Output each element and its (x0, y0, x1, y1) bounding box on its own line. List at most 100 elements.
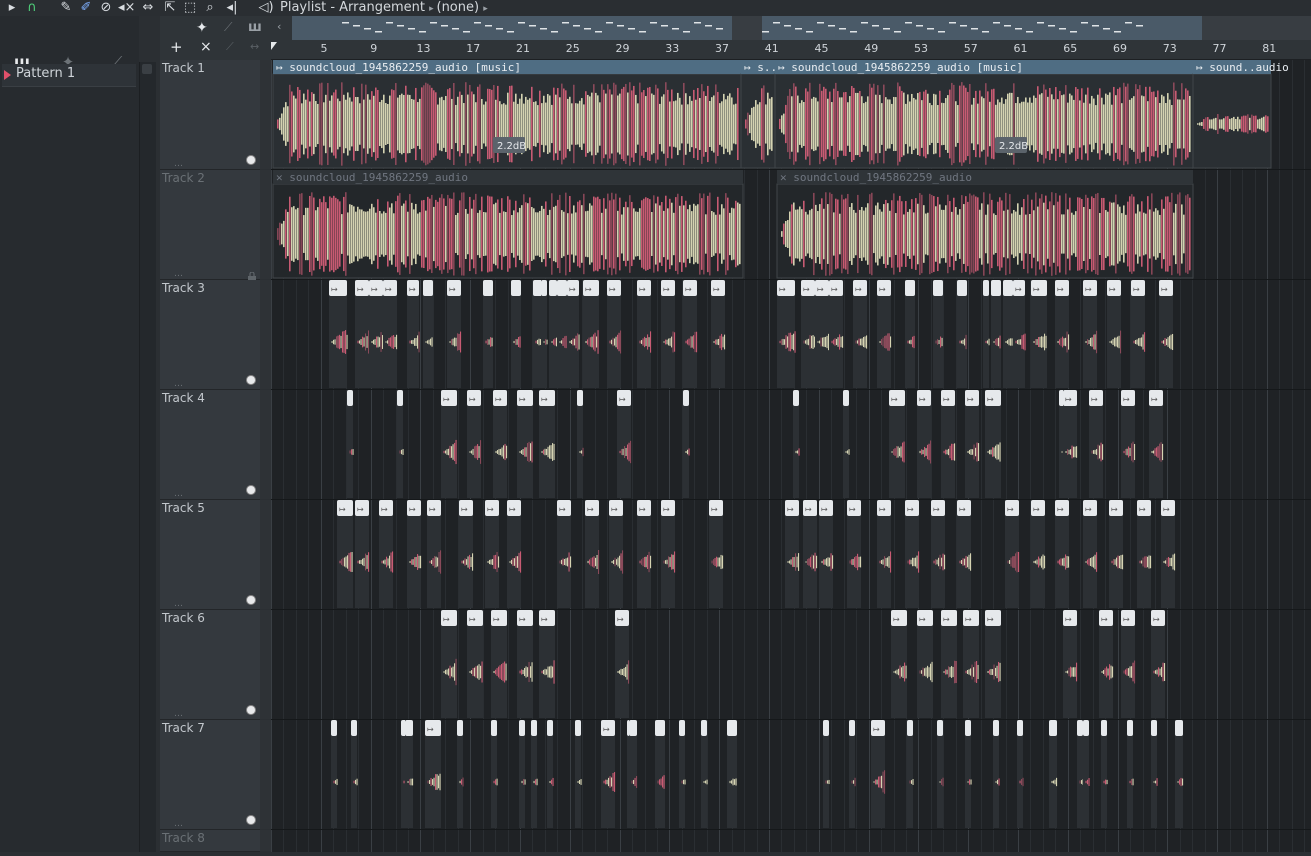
overview-scroll-left[interactable]: ‹ (271, 16, 292, 40)
automation-icon[interactable]: ⟋ (224, 20, 232, 35)
select-rect-icon[interactable]: ⬚ (182, 0, 198, 16)
track-color-strip[interactable] (260, 720, 271, 829)
track-options-icon[interactable]: … (174, 379, 183, 389)
waveform-bar (361, 83, 363, 165)
chevron-left-icon[interactable]: ‹ (277, 20, 281, 33)
add-track-button[interactable]: + (170, 38, 183, 56)
scroll-thumb[interactable] (142, 64, 152, 74)
waveform-bar (1089, 103, 1091, 145)
track-enable-toggle[interactable] (246, 705, 256, 715)
track-color-strip[interactable] (260, 830, 271, 851)
playlist-overview[interactable] (292, 16, 1311, 40)
waveform-bar (709, 192, 711, 276)
browser-scrollbar[interactable] (139, 62, 156, 852)
track-name[interactable]: Track 2 (162, 171, 205, 185)
track-color-strip[interactable] (260, 390, 271, 499)
track-color-strip[interactable] (260, 500, 271, 609)
waveform-bar (1267, 116, 1269, 132)
track-enable-toggle[interactable] (246, 595, 256, 605)
waveform-bar (1126, 448, 1128, 456)
pattern-list-item[interactable]: Pattern 1 (2, 64, 136, 87)
playback-icon[interactable]: ◂| (224, 0, 240, 16)
play-arrow-icon[interactable]: ▸ (4, 0, 20, 16)
magnet-icon[interactable]: ∩ (24, 0, 40, 16)
clip-arrow-icon: ↦ (1109, 285, 1116, 294)
track-header[interactable]: Track 4 … (160, 390, 260, 500)
waveform-bar (989, 101, 991, 147)
track-options-icon[interactable]: … (174, 159, 183, 169)
waveform-bar (454, 337, 456, 347)
track-name[interactable]: Track 8 (162, 831, 205, 845)
waveform-bar (472, 448, 474, 456)
track-options-icon[interactable]: … (174, 269, 183, 279)
waveform-bar (666, 339, 668, 345)
track-options-icon[interactable]: … (174, 819, 183, 829)
track-header[interactable]: Track 3 … (160, 280, 260, 390)
waveform-bar (591, 205, 593, 263)
track-name[interactable]: Track 3 (162, 281, 205, 295)
track-header[interactable]: Track 2 … (160, 170, 260, 281)
track-enable-toggle[interactable] (246, 485, 256, 495)
waveform-bar (339, 334, 341, 350)
clip-arrow-icon: ↦ (443, 615, 450, 624)
track-name[interactable]: Track 4 (162, 391, 205, 405)
playhead-marker-icon[interactable] (271, 42, 277, 50)
track-enable-toggle[interactable] (246, 815, 256, 825)
chevron-right-icon[interactable]: ▸ (483, 4, 488, 14)
playlist-grid[interactable]: ↦ soundcloud_1945862259_audio [music] 2.2… (271, 60, 1311, 852)
waveform-bar (498, 556, 500, 568)
speaker-icon[interactable]: ◁) (258, 0, 274, 16)
waveform-bar (660, 778, 662, 786)
slip-icon[interactable]: ⇔ (140, 0, 156, 16)
waveform-bar (573, 205, 575, 263)
track-name[interactable]: Track 1 (162, 61, 205, 75)
timeline-ruler[interactable]: 5 9 13 17 21 25 29 33 37 41 45 49 53 57 61 65 69 73 77 81 (271, 40, 1311, 60)
track-name[interactable]: Track 7 (162, 721, 205, 735)
waveform-bar (888, 556, 890, 568)
track-color-strip[interactable] (260, 610, 271, 719)
track-options-icon[interactable]: … (174, 599, 183, 609)
waveform-bar (909, 101, 911, 147)
track-header[interactable]: Track 7 … (160, 720, 260, 830)
zoom-icon[interactable]: ⌕ (202, 0, 218, 16)
waveform-bar (1114, 337, 1116, 347)
waveform-bar (851, 203, 853, 265)
waveform-bar (455, 439, 457, 465)
track-header[interactable]: Track 5 … (160, 500, 260, 610)
overview-clip-mark (364, 28, 371, 30)
waveform-bar (791, 334, 793, 350)
waveform-bar (863, 336, 865, 348)
waveform-bar (356, 778, 358, 786)
track-options-icon[interactable]: … (174, 709, 183, 719)
track-name[interactable]: Track 6 (162, 611, 205, 625)
delete-track-button[interactable]: × (200, 39, 212, 55)
waveform-bar (295, 209, 297, 259)
track-name[interactable]: Track 5 (162, 501, 205, 515)
waveform-bar (922, 449, 924, 455)
track-header[interactable]: Track 1 … (160, 60, 260, 170)
track-header[interactable]: Track 8 (160, 830, 260, 852)
waveform-bar (1009, 194, 1011, 274)
track-header[interactable]: Track 6 … (160, 610, 260, 720)
brush-icon[interactable]: ✐ (78, 0, 94, 16)
track-enable-toggle[interactable] (246, 155, 256, 165)
audio-wave-icon[interactable]: ✦ (196, 20, 208, 36)
waveform-bar (863, 210, 865, 258)
waveform-bar (561, 210, 563, 258)
track-color-strip[interactable] (260, 60, 271, 169)
waveform-bar (1265, 115, 1267, 133)
delete-icon[interactable]: ⊘ (98, 0, 114, 16)
mute-icon[interactable]: ◂× (118, 0, 135, 16)
track-color-strip[interactable] (260, 170, 271, 279)
select-icon[interactable]: ⇱ (162, 0, 178, 16)
track-color-strip[interactable] (260, 280, 271, 389)
piano-roll-icon[interactable]: ш (248, 20, 262, 35)
waveform-bar (1169, 335, 1171, 349)
lock-icon[interactable] (248, 266, 256, 281)
track-options-icon[interactable]: … (174, 489, 183, 499)
waveform-bar (612, 772, 614, 792)
pencil-icon[interactable]: ✎ (58, 0, 74, 16)
pattern-selector[interactable]: (none) (437, 0, 480, 15)
audio-clip (549, 280, 557, 388)
track-enable-toggle[interactable] (246, 375, 256, 385)
